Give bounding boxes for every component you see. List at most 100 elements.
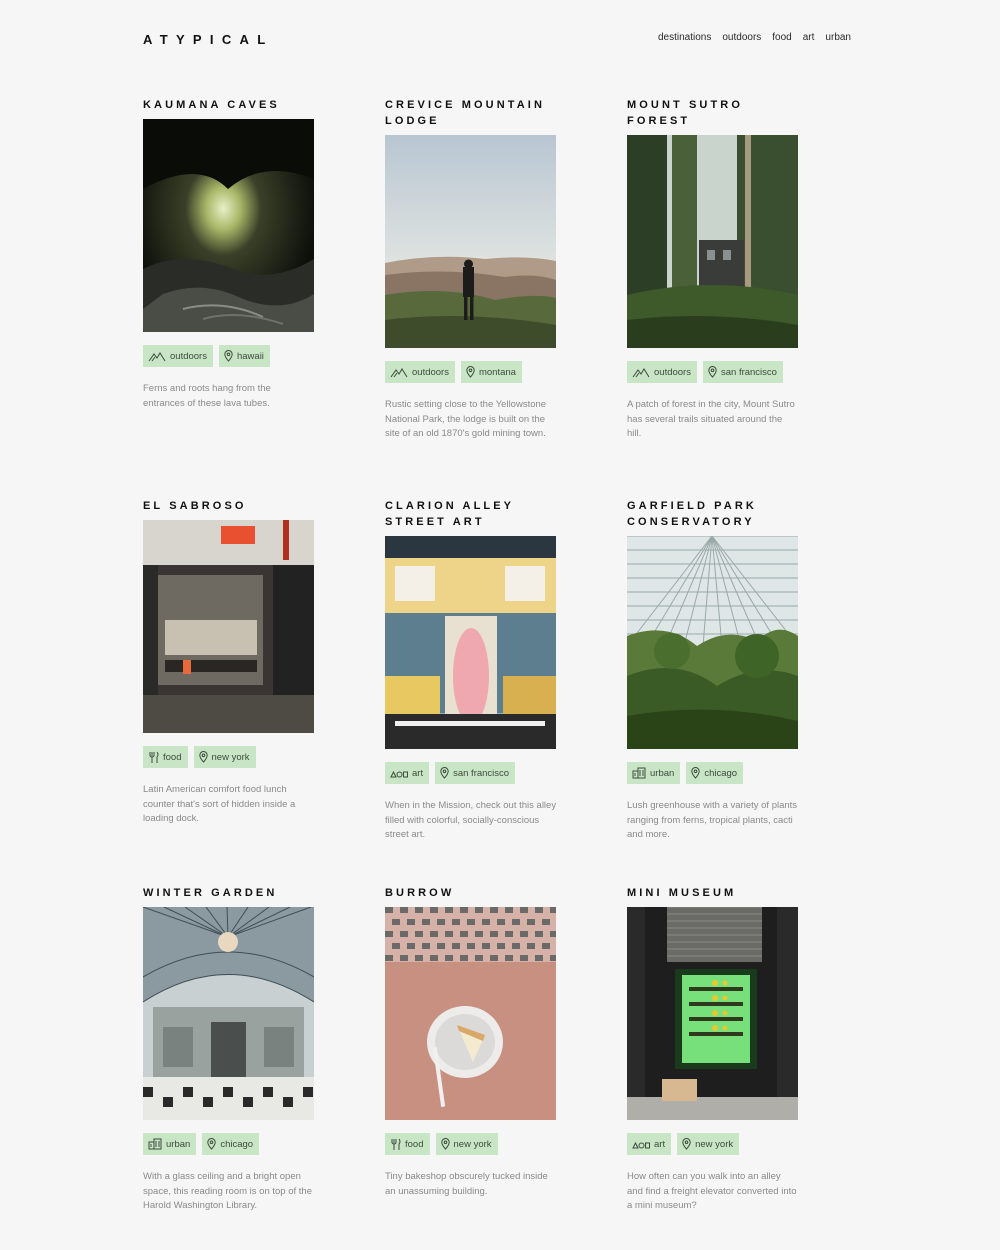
category-label: urban: [650, 767, 675, 779]
building-icon: [632, 767, 646, 779]
location-tag[interactable]: new york: [435, 1133, 498, 1155]
place-description: How often can you walk into an alley and…: [627, 1171, 797, 1211]
location-tag[interactable]: hawaii: [218, 345, 270, 367]
location-label: san francisco: [453, 767, 510, 779]
category-label: food: [405, 1138, 424, 1150]
tag-list: art san francisco: [385, 762, 557, 784]
category-tag[interactable]: outdoors: [143, 345, 213, 367]
pin-icon: [440, 1138, 450, 1150]
tag-list: outdoors hawaii: [143, 345, 315, 367]
place-description: With a glass ceiling and a bright open s…: [143, 1171, 312, 1211]
tag-list: food new york: [143, 746, 315, 768]
place-card: MINI MUSEUM art new york How often can y…: [627, 885, 799, 1214]
category-label: urban: [166, 1138, 191, 1150]
place-title[interactable]: GARFIELD PARK CONSERVATORY: [627, 498, 799, 530]
utensils-icon: [390, 1138, 401, 1151]
nav-art[interactable]: art: [803, 32, 815, 43]
pin-icon: [224, 350, 233, 362]
tag-list: urban chicago: [627, 762, 799, 784]
place-description: Tiny bakeshop obscurely tucked inside an…: [385, 1171, 548, 1197]
place-card: MOUNT SUTRO FOREST outdoors san francisc…: [627, 97, 799, 442]
category-tag[interactable]: urban: [143, 1133, 197, 1155]
utensils-icon: [148, 751, 159, 764]
place-card: KAUMANA CAVES outdoors hawaii Ferns and …: [143, 97, 315, 411]
tag-list: food new york: [385, 1133, 557, 1155]
category-tag[interactable]: food: [385, 1133, 430, 1155]
tag-list: outdoors san francisco: [627, 361, 799, 383]
place-title[interactable]: MINI MUSEUM: [627, 885, 799, 901]
location-label: san francisco: [720, 366, 777, 378]
place-photo[interactable]: [385, 907, 556, 1120]
pin-icon: [198, 751, 208, 763]
place-title[interactable]: BURROW: [385, 885, 557, 901]
place-photo[interactable]: [385, 536, 556, 749]
place-description: When in the Mission, check out this alle…: [385, 800, 557, 840]
place-photo[interactable]: [385, 135, 556, 348]
place-title[interactable]: MOUNT SUTRO FOREST: [627, 97, 799, 129]
location-label: new york: [211, 751, 250, 763]
location-tag[interactable]: new york: [677, 1133, 740, 1155]
tag-list: outdoors montana: [385, 361, 557, 383]
place-card: BURROW food new york Tiny bakeshop obscu…: [385, 885, 557, 1199]
place-title[interactable]: CLARION ALLEY STREET ART: [385, 498, 557, 530]
nav-food[interactable]: food: [772, 32, 791, 43]
category-tag[interactable]: food: [143, 746, 188, 768]
place-title[interactable]: WINTER GARDEN: [143, 885, 315, 901]
place-photo[interactable]: [627, 135, 798, 348]
site-logo[interactable]: ATYPICAL: [143, 32, 273, 47]
tag-list: urban chicago: [143, 1133, 315, 1155]
category-tag[interactable]: urban: [627, 762, 681, 784]
category-label: art: [654, 1138, 666, 1150]
category-label: outdoors: [170, 350, 207, 362]
place-card: WINTER GARDEN urban chicago With a glass…: [143, 885, 315, 1214]
category-label: outdoors: [412, 366, 449, 378]
location-tag[interactable]: san francisco: [435, 762, 516, 784]
nav-outdoors[interactable]: outdoors: [722, 32, 761, 43]
location-tag[interactable]: chicago: [686, 762, 744, 784]
location-tag[interactable]: san francisco: [702, 361, 783, 383]
main-nav: destinations outdoors food art urban: [658, 32, 851, 43]
location-tag[interactable]: new york: [193, 746, 256, 768]
location-tag[interactable]: montana: [460, 361, 522, 383]
place-description: A patch of forest in the city, Mount Sut…: [627, 399, 795, 439]
shapes-icon: [390, 769, 408, 778]
place-title[interactable]: CREVICE MOUNTAIN LODGE: [385, 97, 557, 129]
place-card: CLARION ALLEY STREET ART art san francis…: [385, 498, 557, 843]
nav-destinations[interactable]: destinations: [658, 32, 711, 43]
place-photo[interactable]: [143, 520, 314, 733]
place-photo[interactable]: [627, 536, 798, 749]
category-label: food: [163, 751, 182, 763]
place-title[interactable]: EL SABROSO: [143, 498, 315, 514]
mountain-icon: [632, 367, 650, 378]
pin-icon: [466, 366, 475, 378]
category-label: outdoors: [654, 366, 691, 378]
category-tag[interactable]: outdoors: [385, 361, 455, 383]
location-tag[interactable]: chicago: [202, 1133, 260, 1155]
pin-icon: [691, 767, 701, 779]
location-label: new york: [695, 1138, 734, 1150]
place-photo[interactable]: [143, 907, 314, 1120]
place-photo[interactable]: [627, 907, 798, 1120]
pin-icon: [440, 767, 449, 779]
category-tag[interactable]: art: [385, 762, 430, 784]
building-icon: [148, 1138, 162, 1150]
location-label: chicago: [220, 1138, 254, 1150]
pin-icon: [682, 1138, 691, 1150]
mountain-icon: [148, 351, 166, 362]
pin-icon: [708, 366, 717, 378]
place-card: EL SABROSO food new york Latin American …: [143, 498, 315, 827]
pin-icon: [207, 1138, 217, 1150]
shapes-icon: [632, 1140, 650, 1149]
place-description: Rustic setting close to the Yellowstone …: [385, 399, 547, 439]
place-title[interactable]: KAUMANA CAVES: [143, 97, 315, 113]
category-tag[interactable]: outdoors: [627, 361, 697, 383]
mountain-icon: [390, 367, 408, 378]
place-photo[interactable]: [143, 119, 314, 332]
location-label: chicago: [704, 767, 738, 779]
location-label: hawaii: [236, 350, 264, 362]
location-label: new york: [453, 1138, 492, 1150]
place-card: CREVICE MOUNTAIN LODGE outdoors montana …: [385, 97, 557, 442]
category-label: art: [412, 767, 424, 779]
nav-urban[interactable]: urban: [825, 32, 851, 43]
category-tag[interactable]: art: [627, 1133, 672, 1155]
